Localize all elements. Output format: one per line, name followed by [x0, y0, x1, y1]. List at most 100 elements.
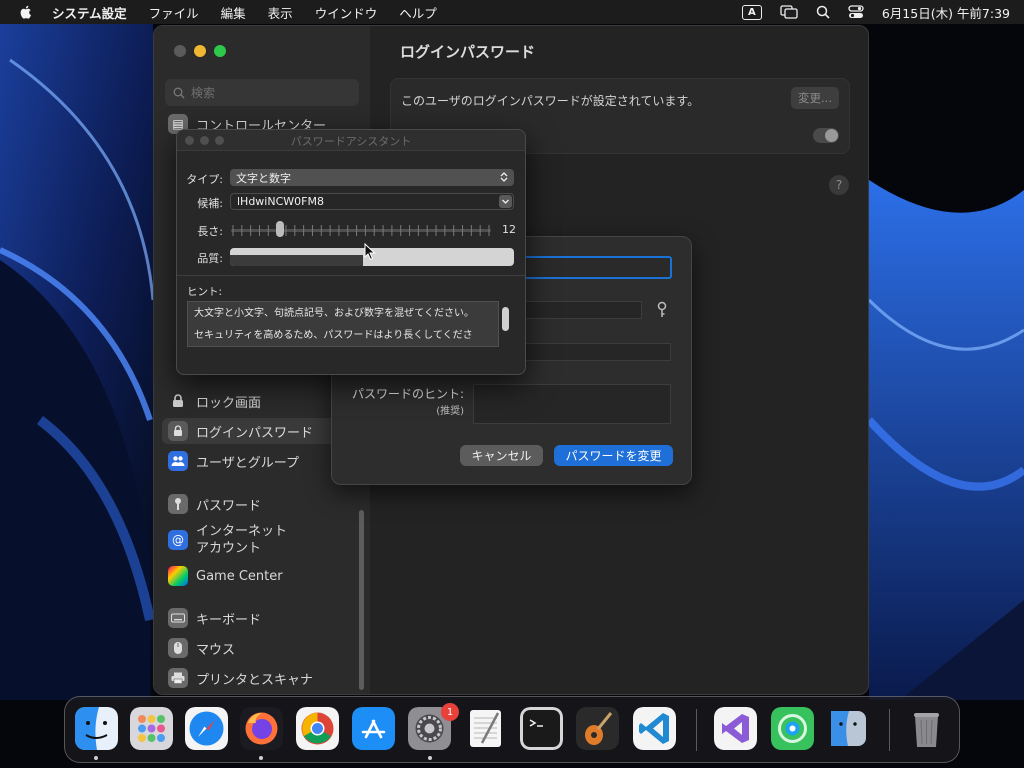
textedit-icon[interactable] — [464, 707, 507, 750]
window-switch-icon[interactable] — [780, 5, 798, 19]
password-assistant-window: パスワードアシスタント タイプ: 文字と数字 候補: lHdwiNCW0FM8 … — [176, 129, 526, 375]
hint-scrollbar[interactable] — [502, 307, 509, 331]
input-source-icon[interactable]: A — [741, 4, 762, 20]
suggestion-label: 候補: — [197, 197, 223, 210]
hint-title: ヒント: — [187, 286, 223, 298]
length-label: 長さ: — [197, 225, 223, 238]
sidebar-item-label: ロック画面 — [196, 395, 262, 411]
search-icon — [173, 87, 185, 98]
garageband-icon[interactable] — [576, 707, 619, 750]
keyboard-icon — [168, 608, 188, 628]
new-password-input[interactable] — [522, 301, 642, 319]
cancel-button[interactable]: キャンセル — [460, 445, 543, 466]
printer-icon — [168, 668, 188, 688]
change-password-button[interactable]: 変更... — [791, 87, 839, 109]
sidebar-item-label: Game Center — [196, 568, 283, 584]
game-center-icon — [168, 566, 188, 586]
visual-studio-icon[interactable] — [714, 707, 757, 750]
type-label: タイプ: — [186, 173, 223, 186]
help-button[interactable]: ? — [829, 175, 849, 195]
divider — [177, 275, 525, 276]
vscode-icon[interactable] — [633, 707, 676, 750]
finder-icon[interactable] — [75, 707, 118, 750]
mouse-icon — [168, 638, 188, 658]
sidebar-item-game-center[interactable]: Game Center — [168, 563, 283, 589]
password-assistant-key-icon[interactable] — [656, 301, 668, 319]
label-line-2: アカウント — [196, 541, 262, 556]
finder-folder-icon[interactable] — [827, 707, 870, 750]
search-placeholder: 検索 — [191, 86, 216, 100]
new-password-field[interactable] — [522, 256, 672, 279]
quality-meter-fill — [230, 255, 364, 266]
dock-separator — [889, 709, 890, 751]
trash-icon[interactable] — [905, 707, 948, 750]
hint-label-text: パスワードのヒント: — [351, 387, 464, 401]
suggestion-combo-box[interactable]: lHdwiNCW0FM8 — [230, 193, 514, 210]
assistant-titlebar: パスワードアシスタント — [177, 130, 525, 151]
app-store-icon[interactable] — [352, 707, 395, 750]
menu-file[interactable]: ファイル — [149, 3, 199, 22]
password-hint-label: パスワードのヒント: (推奨) — [348, 386, 464, 420]
sidebar-item-keyboard[interactable]: キーボード — [168, 605, 261, 631]
chevron-down-icon — [502, 199, 509, 204]
sidebar-item-label: ユーザとグループ — [196, 455, 299, 471]
sidebar-item-label: ログインパスワード — [196, 425, 314, 441]
setting-toggle[interactable] — [813, 128, 839, 143]
menubar-clock[interactable]: 6月15日(木) 午前7:39 — [882, 3, 1010, 22]
sidebar-item-label: インターネット アカウント — [196, 523, 287, 557]
lock-icon — [168, 391, 188, 411]
sidebar-item-printers[interactable]: プリンタとスキャナ — [168, 665, 313, 691]
suggestion-dropdown-button[interactable] — [499, 195, 512, 208]
menu-help[interactable]: ヘルプ — [399, 3, 437, 22]
sidebar-item-users-groups[interactable]: ユーザとグループ — [168, 448, 299, 474]
window-controls — [174, 45, 234, 57]
chrome-icon[interactable] — [296, 707, 339, 750]
zoom-button[interactable] — [214, 45, 226, 57]
length-slider-knob[interactable] — [276, 221, 285, 237]
spotlight-search-icon[interactable] — [816, 5, 830, 19]
minimize-button[interactable] — [194, 45, 206, 57]
label-line-1: インターネット — [196, 524, 288, 539]
menu-app-name[interactable]: システム設定 — [52, 3, 127, 22]
chevron-updown-icon — [500, 172, 508, 182]
page-title: ログインパスワード — [400, 43, 536, 61]
running-indicator — [259, 756, 263, 760]
hint-line-1: 大文字と小文字、句読点記号、および数字を混ぜてください。 — [194, 308, 474, 319]
sidebar-item-internet-accounts[interactable]: @ インターネット アカウント — [168, 522, 287, 558]
close-button[interactable] — [174, 45, 186, 57]
launchpad-icon[interactable] — [130, 707, 173, 750]
users-icon — [168, 451, 188, 471]
sidebar-search-field[interactable]: 検索 — [165, 79, 359, 106]
menu-edit[interactable]: 編集 — [221, 3, 246, 22]
firefox-icon[interactable] — [240, 707, 283, 750]
sidebar-scrollbar[interactable] — [359, 510, 364, 690]
verify-password-field[interactable] — [522, 343, 671, 361]
hint-text-box[interactable]: 大文字と小文字、句読点記号、および数字を混ぜてください。 セキュリティを高めるた… — [187, 301, 499, 347]
sidebar-item-label: マウス — [196, 642, 236, 658]
notification-badge: 1 — [441, 703, 459, 721]
menu-view[interactable]: 表示 — [268, 3, 293, 22]
sidebar-item-mouse[interactable]: マウス — [168, 635, 235, 661]
hint-line-2: セキュリティを高めるため、パスワードはより長くしてくださ — [194, 330, 473, 341]
password-lock-icon — [168, 421, 188, 441]
find-my-icon[interactable] — [771, 707, 814, 750]
type-value: 文字と数字 — [236, 171, 291, 185]
mouse-cursor-icon — [364, 243, 376, 261]
sidebar-item-label: プリンタとスキャナ — [196, 672, 314, 688]
dock-separator — [696, 709, 697, 751]
safari-icon[interactable] — [185, 707, 228, 750]
hint-recommended-text: (推奨) — [436, 406, 464, 417]
menu-window[interactable]: ウインドウ — [315, 3, 378, 22]
type-popup-button[interactable]: 文字と数字 — [230, 169, 514, 186]
password-hint-field[interactable] — [473, 384, 671, 424]
length-value: 12 — [502, 223, 516, 236]
change-password-confirm-button[interactable]: パスワードを変更 — [554, 445, 673, 466]
control-center-icon[interactable] — [848, 5, 864, 19]
at-sign-icon: @ — [168, 530, 188, 550]
suggestion-value: lHdwiNCW0FM8 — [237, 195, 324, 208]
apple-menu-icon[interactable] — [18, 4, 34, 20]
terminal-icon[interactable] — [520, 707, 563, 750]
dock: 1 — [64, 696, 960, 763]
sidebar-item-passwords[interactable]: パスワード — [168, 491, 261, 517]
sidebar-item-lock-screen[interactable]: ロック画面 — [168, 388, 261, 414]
